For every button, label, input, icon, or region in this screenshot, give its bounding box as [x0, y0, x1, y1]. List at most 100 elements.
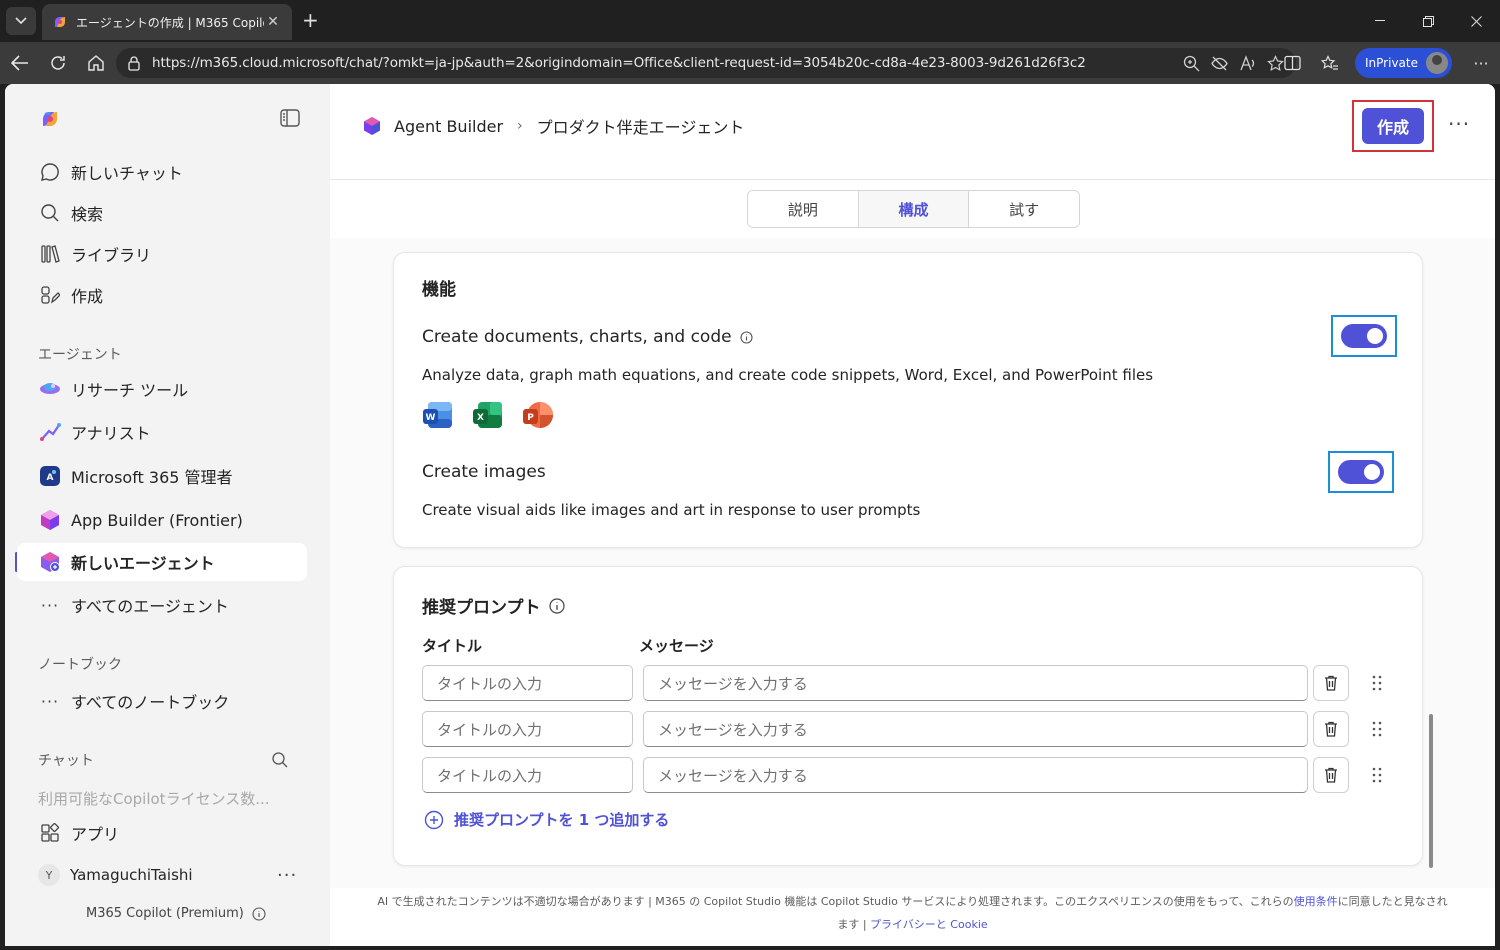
zoom-icon[interactable] — [1182, 54, 1200, 72]
restore-icon[interactable] — [1404, 0, 1452, 42]
info-icon[interactable] — [252, 906, 266, 921]
tab-actions-button[interactable] — [6, 7, 36, 35]
office-app-icons: W X P — [422, 399, 554, 431]
new-tab-icon[interactable]: + — [302, 10, 319, 30]
terms-link[interactable]: 使用条件 — [1294, 895, 1338, 908]
tab-close-icon[interactable]: ✕ — [264, 14, 282, 30]
refresh-icon[interactable] — [48, 53, 68, 73]
word-icon: W — [423, 402, 452, 428]
excel-icon: X — [473, 402, 502, 428]
chevron-right-icon: › — [517, 118, 523, 134]
sidebar-item-app-builder[interactable]: App Builder (Frontier) — [17, 501, 307, 539]
trash-icon — [1325, 767, 1337, 783]
sidebar-item-apps[interactable]: アプリ — [17, 814, 307, 852]
chevron-down-icon — [15, 17, 27, 25]
delete-prompt-button[interactable] — [1313, 665, 1349, 701]
sidebar-item-new-chat[interactable]: 新しいチャット — [17, 153, 307, 191]
research-agent-icon — [39, 378, 61, 400]
read-aloud-icon[interactable] — [1238, 54, 1256, 72]
sidebar-item-label: アナリスト — [71, 424, 151, 443]
sidebar-item-search[interactable]: 検索 — [17, 194, 307, 232]
create-button[interactable]: 作成 — [1362, 108, 1424, 144]
sidebar-item-all-notebooks[interactable]: ··· すべてのノートブック — [17, 682, 307, 720]
plan-label: M365 Copilot (Premium) — [86, 906, 266, 921]
chat-history-item[interactable]: 利用可能なCopilotライセンス数... — [38, 788, 270, 809]
sidebar-item-research-tool[interactable]: リサーチ ツール — [17, 370, 307, 408]
sidebar-item-label: 新しいチャット — [71, 164, 183, 183]
tab-try[interactable]: 試す — [969, 191, 1079, 227]
apps-icon — [39, 822, 61, 844]
drag-handle-icon[interactable] — [1371, 720, 1383, 738]
back-icon[interactable] — [10, 53, 30, 73]
sidebar-item-new-agent[interactable]: 新しいエージェント — [17, 543, 307, 581]
info-icon[interactable] — [548, 597, 565, 614]
capabilities-card: 機能 Create documents, charts, and code An… — [393, 252, 1423, 548]
inprivate-badge[interactable]: InPrivate — [1355, 48, 1452, 78]
drag-handle-icon[interactable] — [1371, 674, 1383, 692]
split-screen-icon[interactable] — [1273, 42, 1311, 84]
delete-prompt-button[interactable] — [1313, 711, 1349, 747]
tab-bar: 説明 構成 試す — [747, 190, 1080, 228]
prompt-message-input[interactable]: メッセージを入力する — [643, 665, 1308, 701]
address-bar[interactable]: https://m365.cloud.microsoft/chat/?omkt=… — [116, 48, 1296, 78]
sidebar-item-create[interactable]: 作成 — [17, 276, 307, 314]
copilot-logo-icon[interactable] — [39, 108, 61, 130]
create-icon — [39, 284, 61, 306]
suggested-prompts-title-text: 推奨プロンプト — [422, 598, 541, 618]
tab-configure[interactable]: 構成 — [858, 191, 970, 227]
breadcrumb: Agent Builder › プロダクト伴走エージェント — [362, 114, 744, 138]
footer-text-2: ます | — [837, 918, 871, 931]
user-more-icon[interactable]: ··· — [277, 865, 297, 886]
content-scrollbar[interactable] — [1429, 714, 1433, 868]
add-prompt-button[interactable]: 推奨プロンプトを 1 つ追加する — [424, 809, 669, 830]
browser-tab[interactable]: エージェントの作成 | M365 Copilot ✕ — [42, 4, 292, 40]
lock-icon[interactable] — [126, 55, 142, 71]
browser-toolbar: https://m365.cloud.microsoft/chat/?omkt=… — [0, 42, 1500, 84]
info-icon[interactable] — [740, 330, 753, 344]
tab-description[interactable]: 説明 — [748, 191, 859, 227]
column-message-header: メッセージ — [639, 637, 714, 655]
delete-prompt-button[interactable] — [1313, 757, 1349, 793]
search-icon — [39, 202, 61, 224]
toggle-create-images[interactable] — [1338, 460, 1384, 484]
copilot-favicon-icon — [55, 17, 65, 27]
trash-icon — [1325, 721, 1337, 737]
drag-handle-icon[interactable] — [1371, 766, 1383, 784]
add-circle-icon — [424, 810, 444, 830]
analyst-agent-icon — [39, 421, 61, 443]
header-more-icon[interactable]: ··· — [1448, 112, 1470, 136]
window-controls — [1356, 0, 1500, 42]
footer-text-end: に同意したと見なされ — [1337, 895, 1448, 908]
tracking-prevention-icon[interactable] — [1210, 54, 1228, 72]
minimize-icon[interactable] — [1356, 0, 1404, 42]
home-icon[interactable] — [86, 53, 106, 73]
footer-disclaimer: AI で生成されたコンテンツは不適切な場合があります | M365 の Copi… — [360, 890, 1465, 936]
app-builder-icon — [39, 509, 61, 531]
feature-code-title: Create documents, charts, and code — [422, 327, 753, 347]
chat-search-icon[interactable] — [271, 751, 289, 769]
prompt-title-input[interactable]: タイトルの入力 — [422, 757, 633, 793]
svg-text:X: X — [477, 413, 484, 423]
svg-text:W: W — [426, 413, 436, 423]
sidebar-collapse-icon[interactable] — [280, 109, 300, 127]
breadcrumb-root[interactable]: Agent Builder — [394, 117, 503, 136]
sidebar-item-label: 作成 — [71, 287, 104, 306]
sidebar-item-analyst[interactable]: アナリスト — [17, 413, 307, 451]
agents-section-label: エージェント — [38, 347, 122, 363]
toggle-create-documents[interactable] — [1341, 324, 1387, 348]
privacy-link[interactable]: プライバシーと Cookie — [870, 918, 988, 931]
user-profile[interactable]: Y YamaguchiTaishi — [38, 864, 193, 886]
close-window-icon[interactable] — [1452, 0, 1500, 42]
prompt-title-input[interactable]: タイトルの入力 — [422, 711, 633, 747]
sidebar-item-all-agents[interactable]: ··· すべてのエージェント — [17, 586, 307, 624]
favorites-icon[interactable] — [1311, 42, 1349, 84]
sidebar-item-library[interactable]: ライブラリ — [17, 235, 307, 273]
prompt-message-input[interactable]: メッセージを入力する — [643, 757, 1308, 793]
prompt-title-input[interactable]: タイトルの入力 — [422, 665, 633, 701]
page-header: Agent Builder › プロダクト伴走エージェント 作成 ··· — [330, 84, 1495, 180]
main-panel: Agent Builder › プロダクト伴走エージェント 作成 ··· 説明 … — [330, 84, 1495, 946]
browser-more-icon[interactable]: ··· — [1462, 42, 1500, 84]
sidebar-item-label: 検索 — [71, 205, 104, 224]
prompt-message-input[interactable]: メッセージを入力する — [643, 711, 1308, 747]
sidebar-item-m365-admin[interactable]: A Microsoft 365 管理者 — [17, 457, 307, 495]
